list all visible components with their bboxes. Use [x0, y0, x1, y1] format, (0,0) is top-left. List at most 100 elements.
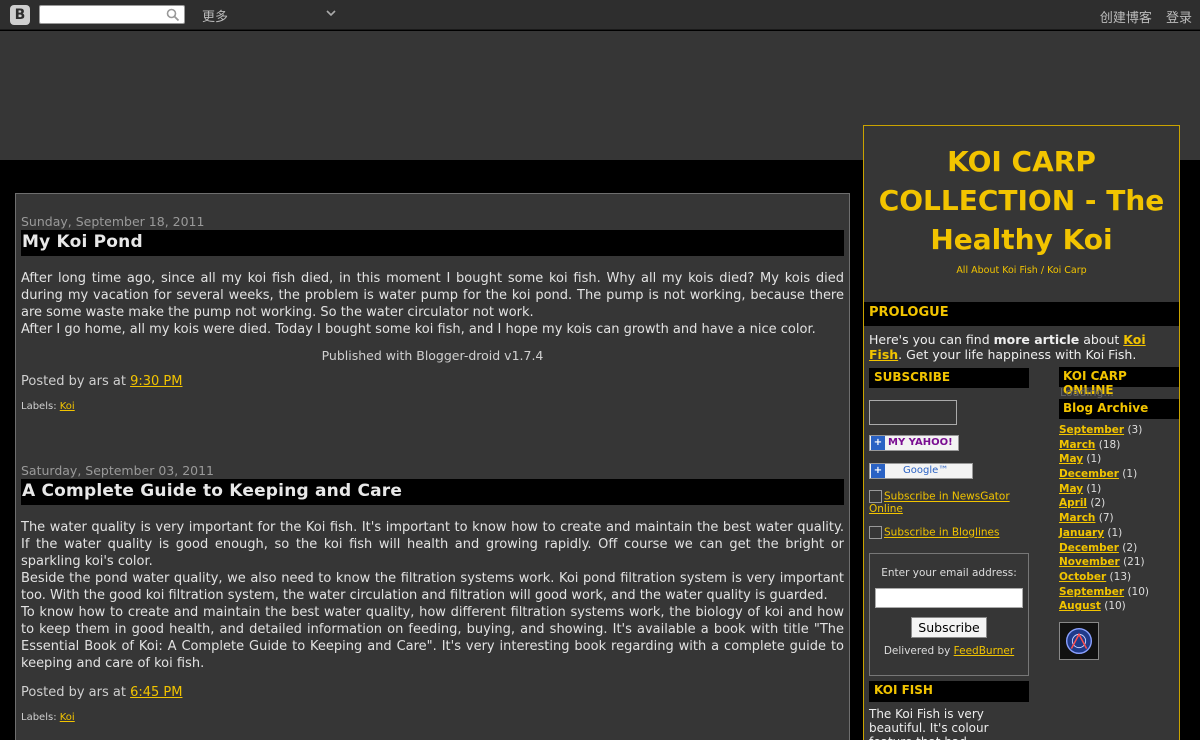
my-yahoo-label: MY YAHOO! — [888, 437, 953, 448]
create-blog-link[interactable]: 创建博客 — [1100, 11, 1152, 26]
archive-month-link[interactable]: January — [1059, 527, 1104, 539]
post-labels: Labels: Koi — [21, 401, 844, 412]
subscribe-button[interactable]: Subscribe — [911, 617, 987, 638]
archive-count: (21) — [1123, 556, 1145, 569]
bloglines-link-text[interactable]: Subscribe in Bloglines — [884, 527, 999, 539]
my-yahoo-button[interactable]: + MY YAHOO! — [869, 435, 959, 451]
archive-count: (10) — [1104, 600, 1126, 613]
archive-count: (2) — [1090, 497, 1106, 510]
feed-image[interactable] — [869, 400, 957, 425]
plus-icon: + — [871, 464, 885, 478]
post-body: The water quality is very important for … — [21, 519, 844, 672]
archive-count: (10) — [1127, 585, 1150, 598]
post-body: After long time ago, since all my koi fi… — [21, 270, 844, 338]
prologue-text-part: Here's you can find — [869, 332, 994, 347]
post-time-link[interactable]: 9:30 PM — [130, 374, 182, 389]
prologue-heading: PROLOGUE — [864, 302, 1179, 326]
archive-month-link[interactable]: October — [1059, 571, 1106, 583]
chevron-down-icon[interactable] — [326, 8, 336, 18]
post-title[interactable]: My Koi Pond — [21, 230, 844, 256]
blog-archive-list: September (3) March (18) May (1) December (… — [1059, 419, 1179, 614]
delivered-by-text: Delivered by — [883, 645, 954, 657]
archive-item: March (7) — [1059, 511, 1179, 526]
main-posts-column: Sunday, September 18, 2011 My Koi Pond A… — [15, 193, 850, 740]
broken-image-icon — [869, 526, 882, 539]
google-add-button[interactable]: + Google™ — [869, 463, 973, 479]
archive-item: March (18) — [1059, 438, 1179, 453]
archive-count: (3) — [1127, 424, 1143, 436]
sidebar: KOI CARP COLLECTION - The Healthy Koi Al… — [863, 125, 1180, 740]
koi-fish-heading: KOI FISH — [869, 681, 1029, 702]
blogger-navbar: B 更多 创建博客 登录 — [0, 0, 1200, 30]
archive-item: January (1) — [1059, 526, 1179, 541]
subscribe-heading: SUBSCRIBE — [869, 368, 1029, 388]
navbar-search-input[interactable] — [40, 8, 160, 26]
blog-title[interactable]: KOI CARP COLLECTION - The Healthy Koi — [864, 142, 1179, 259]
archive-count: (2) — [1122, 541, 1138, 554]
post-paragraph: After long time ago, since all my koi fi… — [21, 271, 844, 320]
archive-count: (1) — [1086, 453, 1102, 466]
prologue-text-part: . Get your life happiness with Koi Fish. — [898, 347, 1137, 362]
posted-by-text: Posted by ars at — [21, 374, 131, 389]
post-paragraph: The water quality is very important for … — [21, 520, 844, 569]
loading-text: Loading... — [1060, 386, 1114, 399]
blogger-logo-icon[interactable]: B — [10, 5, 30, 25]
blog-archive-heading: Blog Archive — [1059, 399, 1179, 419]
prologue-bold: more article — [993, 332, 1080, 347]
archive-item: December (1) — [1059, 467, 1179, 482]
post-date: Sunday, September 18, 2011 — [21, 214, 205, 229]
archive-item: September (10) — [1059, 585, 1179, 600]
labels-prefix: Labels: — [21, 401, 60, 412]
post-byline: Posted by ars at 6:45 PM — [21, 685, 844, 700]
post-time-link[interactable]: 6:45 PM — [130, 685, 182, 700]
archive-item: October (13) — [1059, 570, 1179, 585]
navbar-search-box[interactable] — [39, 5, 185, 26]
published-with-note: Published with Blogger-droid v1.7.4 — [321, 348, 544, 363]
newsgator-link-text[interactable]: Subscribe in NewsGator Online — [869, 491, 1010, 516]
archive-item: April (2) — [1059, 496, 1179, 511]
navbar-more-menu[interactable]: 更多 — [202, 6, 228, 25]
archive-month-link[interactable]: November — [1059, 556, 1120, 568]
archive-month-link[interactable]: September — [1059, 586, 1124, 598]
archive-month-link[interactable]: December — [1059, 468, 1119, 480]
archive-count: (1) — [1107, 526, 1123, 539]
label-link[interactable]: Koi — [60, 712, 75, 723]
broken-image-icon — [869, 490, 882, 503]
prologue-text-part: about — [1079, 332, 1124, 347]
label-link[interactable]: Koi — [60, 401, 75, 412]
archive-count: (7) — [1098, 512, 1114, 525]
archive-month-link[interactable]: August — [1059, 600, 1101, 612]
sign-in-link[interactable]: 登录 — [1166, 11, 1192, 26]
navbar-right-links: 创建博客 登录 — [1090, 7, 1192, 26]
post-paragraph: To know how to create and maintain the b… — [21, 605, 844, 671]
plus-icon: + — [871, 436, 885, 450]
post-paragraph: After I go home, all my kois were died. … — [21, 322, 816, 337]
google-label: Google™ — [903, 465, 949, 476]
archive-count: (1) — [1086, 482, 1102, 495]
site-badge-icon[interactable] — [1059, 621, 1099, 660]
archive-month-link[interactable]: March — [1059, 512, 1095, 524]
archive-month-link[interactable]: May — [1059, 453, 1083, 465]
blog-description: All About Koi Fish / Koi Carp — [956, 265, 1087, 276]
archive-month-link[interactable]: December — [1059, 542, 1119, 554]
post: Saturday, September 03, 2011 A Complete … — [21, 463, 844, 723]
labels-prefix: Labels: — [21, 712, 60, 723]
email-subscribe-form: Enter your email address: Subscribe Deli… — [869, 553, 1029, 676]
archive-month-link[interactable]: April — [1059, 497, 1087, 509]
archive-count: (1) — [1122, 468, 1138, 481]
email-field[interactable] — [875, 588, 1023, 608]
archive-month-link[interactable]: September — [1059, 424, 1124, 436]
post-byline: Posted by ars at 9:30 PM — [21, 374, 844, 389]
archive-month-link[interactable]: March — [1059, 439, 1095, 451]
prologue-text: Here's you can find more article about K… — [864, 326, 1179, 362]
post-paragraph: Beside the pond water quality, we also n… — [21, 571, 844, 603]
post-title[interactable]: A Complete Guide to Keeping and Care — [21, 479, 844, 505]
feedburner-link[interactable]: FeedBurner — [954, 645, 1014, 657]
archive-item: September (3) — [1059, 423, 1179, 438]
newsgator-link[interactable]: Subscribe in NewsGator Online — [869, 490, 1029, 515]
search-icon[interactable] — [166, 8, 180, 22]
post-labels: Labels: Koi — [21, 712, 844, 723]
email-prompt: Enter your email address: — [881, 567, 1017, 579]
bloglines-link[interactable]: Subscribe in Bloglines — [869, 526, 1029, 539]
archive-month-link[interactable]: May — [1059, 483, 1083, 495]
